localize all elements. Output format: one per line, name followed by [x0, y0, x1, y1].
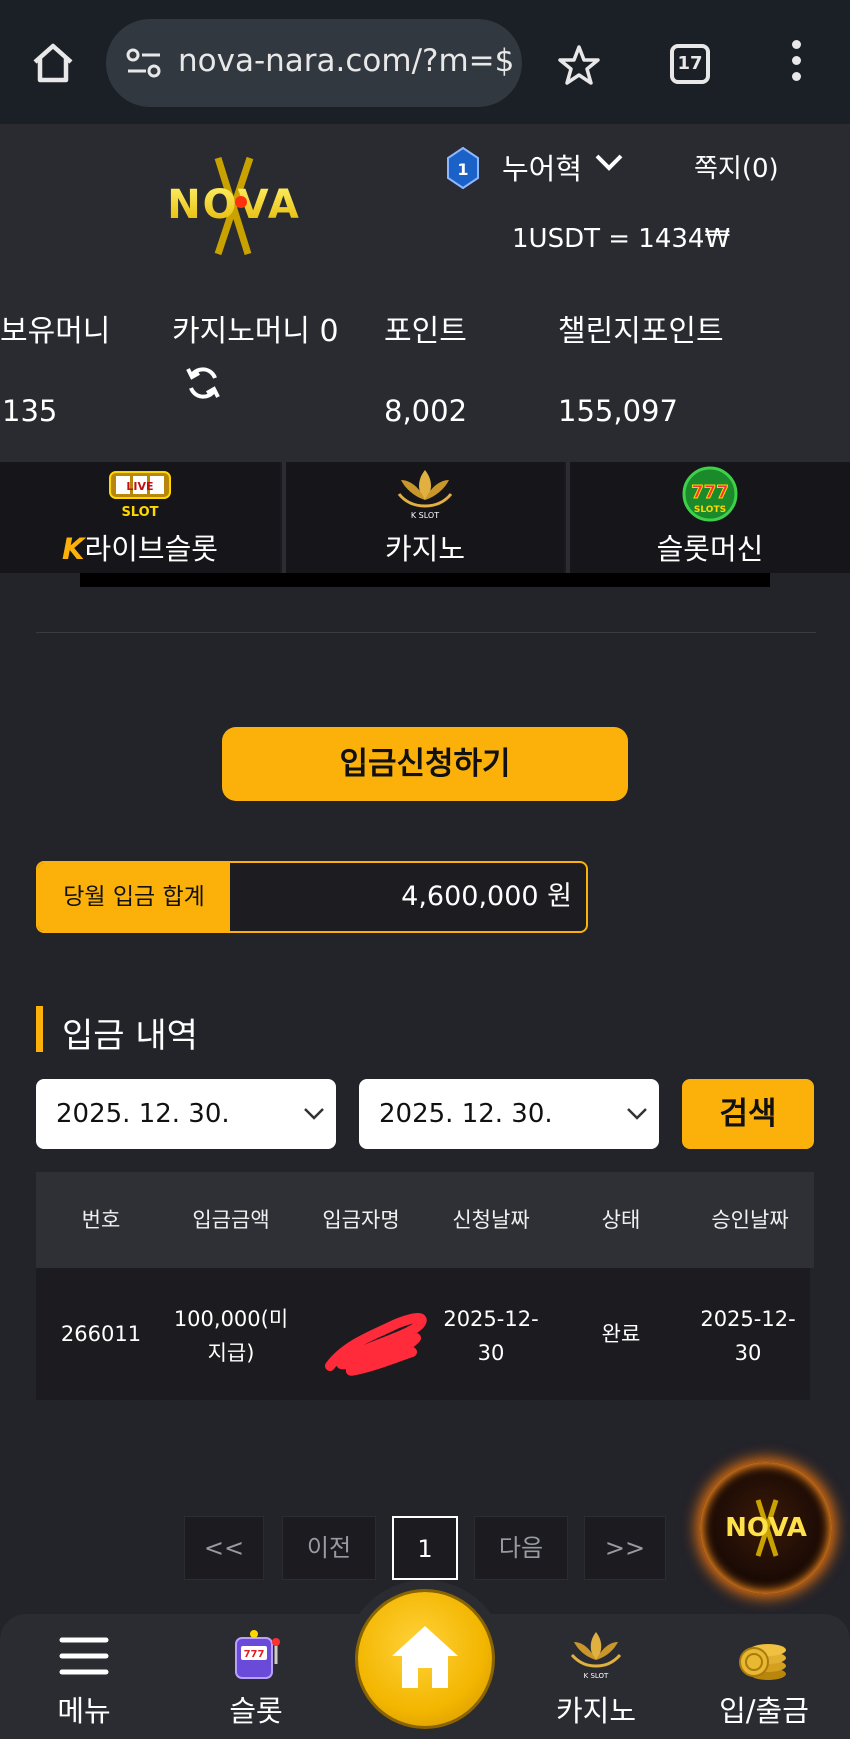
balance-value-challenge: 155,097	[558, 394, 678, 428]
svg-text:777: 777	[691, 482, 729, 503]
svg-text:K SLOT: K SLOT	[584, 1672, 609, 1680]
exchange-rate: 1USDT = 1434₩	[512, 224, 731, 254]
balance-label-challenge: 챌린지포인트	[558, 314, 724, 349]
memo-link[interactable]: 쪽지(0)	[694, 148, 779, 185]
column-header: 입금금액	[192, 1208, 270, 1232]
nova-logo: NOVA	[725, 1499, 807, 1557]
nav-label: 카지노	[555, 1694, 637, 1728]
url-text: nova-nara.com/?m=$	[178, 43, 515, 79]
start-date-value: 2025. 12. 30.	[56, 1099, 230, 1129]
tab-casino[interactable]: K SLOT 카지노	[286, 462, 564, 573]
cell-approve-date: 2025-12- 30	[700, 1307, 796, 1365]
svg-text:K SLOT: K SLOT	[411, 511, 439, 520]
end-date-value: 2025. 12. 30.	[379, 1099, 553, 1129]
nova-logo[interactable]: NOVA	[148, 154, 320, 258]
page-prev-button[interactable]: 이전	[282, 1516, 376, 1580]
site-header: NOVA 1 누어혁 쪽지(0) 1USDT = 1434₩ 보유머니 카지노머…	[0, 124, 850, 462]
level-badge-icon: 1	[447, 146, 479, 190]
kslot-lotus-icon: K SLOT	[397, 470, 453, 520]
balance-label-point: 포인트	[384, 314, 467, 349]
chevron-down-icon[interactable]	[594, 152, 624, 174]
nav-label: 슬롯	[229, 1694, 283, 1728]
nav-label: 입/출금	[719, 1694, 809, 1728]
address-bar[interactable]: nova-nara.com/?m=$	[106, 19, 522, 107]
section-divider	[36, 632, 816, 633]
nova-floating-button[interactable]: NOVA	[700, 1462, 832, 1594]
monthly-deposit-value: 4,600,000 원	[401, 881, 572, 912]
refresh-icon[interactable]	[184, 364, 222, 402]
tab-label: K라이브슬롯	[62, 532, 218, 566]
page-current-button[interactable]: 1	[392, 1516, 458, 1580]
svg-text:SLOTS: SLOTS	[694, 505, 726, 515]
home-icon	[392, 1626, 458, 1688]
page-next-button[interactable]: 다음	[474, 1516, 568, 1580]
column-header: 신청날짜	[452, 1208, 530, 1232]
column-header: 입금자명	[322, 1208, 400, 1232]
deposit-request-button[interactable]: 입금신청하기	[222, 727, 628, 801]
777-slots-icon: 777 SLOTS	[682, 466, 738, 522]
chevron-down-icon	[304, 1108, 324, 1120]
live-slot-icon: LIVE SLOT	[109, 471, 171, 520]
start-date-select[interactable]: 2025. 12. 30.	[36, 1079, 336, 1149]
svg-text:NOVA: NOVA	[725, 1513, 807, 1543]
slider-bar	[80, 573, 770, 587]
balance-value-point: 8,002	[384, 394, 468, 428]
tab-label: 슬롯머신	[656, 532, 764, 566]
tab-live-slot[interactable]: LIVE SLOT K라이브슬롯	[0, 462, 280, 573]
home-button[interactable]	[358, 1592, 492, 1726]
tab-switcher-button[interactable]: 17	[670, 44, 710, 84]
page-last-button[interactable]: >>	[584, 1516, 666, 1580]
username[interactable]: 누어혁	[502, 146, 582, 188]
svg-text:777: 777	[244, 1649, 265, 1660]
redaction-scribble	[325, 1313, 427, 1376]
game-category-nav: LIVE SLOT K라이브슬롯 K SLOT 카지노 777 SLOTS 슬롯…	[0, 462, 850, 573]
end-date-select[interactable]: 2025. 12. 30.	[359, 1079, 659, 1149]
coins-icon	[739, 1644, 786, 1680]
monthly-deposit-total: 당월 입금 합계 4,600,000 원	[36, 861, 588, 933]
slot-machine-icon: 777	[235, 1630, 280, 1679]
cell-status: 완료	[601, 1322, 641, 1346]
bookmark-star-icon[interactable]	[558, 44, 600, 86]
chevron-down-icon	[627, 1108, 647, 1120]
kslot-lotus-icon: K SLOT	[570, 1632, 622, 1680]
column-header: 승인날짜	[711, 1208, 789, 1232]
more-options-icon[interactable]	[786, 40, 806, 88]
browser-home-icon[interactable]	[30, 40, 76, 86]
monthly-deposit-label: 당월 입금 합계	[38, 863, 230, 931]
tab-divider	[282, 462, 286, 573]
nav-label: 메뉴	[57, 1694, 111, 1728]
svg-text:SLOT: SLOT	[121, 505, 158, 520]
nav-slot[interactable]: 777 슬롯	[186, 1614, 326, 1739]
tab-divider	[566, 462, 570, 573]
svg-text:LIVE: LIVE	[126, 480, 153, 493]
balance-label-money: 보유머니	[0, 314, 111, 349]
browser-toolbar: nova-nara.com/?m=$ 17	[0, 0, 850, 124]
cell-request-date: 2025-12- 30	[443, 1307, 539, 1365]
nav-casino[interactable]: K SLOT 카지노	[526, 1614, 666, 1739]
tab-slot-machine[interactable]: 777 SLOTS 슬롯머신	[570, 462, 850, 573]
tab-label: 카지노	[384, 532, 466, 566]
svg-text:NOVA: NOVA	[167, 182, 301, 228]
cell-amount: 100,000(미 지급)	[173, 1307, 289, 1365]
page-first-button[interactable]: <<	[184, 1516, 264, 1580]
table-header: 번호 입금금액 입금자명 신청날짜 상태 승인날짜	[36, 1172, 814, 1268]
section-title-text: 입금 내역	[62, 1016, 198, 1056]
nav-deposit-withdraw[interactable]: 입/출금	[694, 1614, 834, 1739]
balance-label-casino: 카지노머니 0	[172, 314, 339, 349]
column-header: 번호	[81, 1208, 121, 1232]
table-row: 266011 100,000(미 지급) 2025-12- 30 완료 2025…	[36, 1268, 810, 1400]
column-header: 상태	[601, 1208, 641, 1232]
svg-text:1: 1	[457, 160, 468, 179]
title-accent-bar	[36, 1006, 43, 1052]
nav-menu[interactable]: 메뉴	[14, 1614, 154, 1739]
search-button[interactable]: 검색	[682, 1079, 814, 1149]
balance-value-money: 135	[2, 394, 58, 428]
site-settings-icon[interactable]	[126, 47, 162, 79]
hamburger-menu-icon	[59, 1637, 109, 1675]
cell-number: 266011	[60, 1322, 142, 1346]
